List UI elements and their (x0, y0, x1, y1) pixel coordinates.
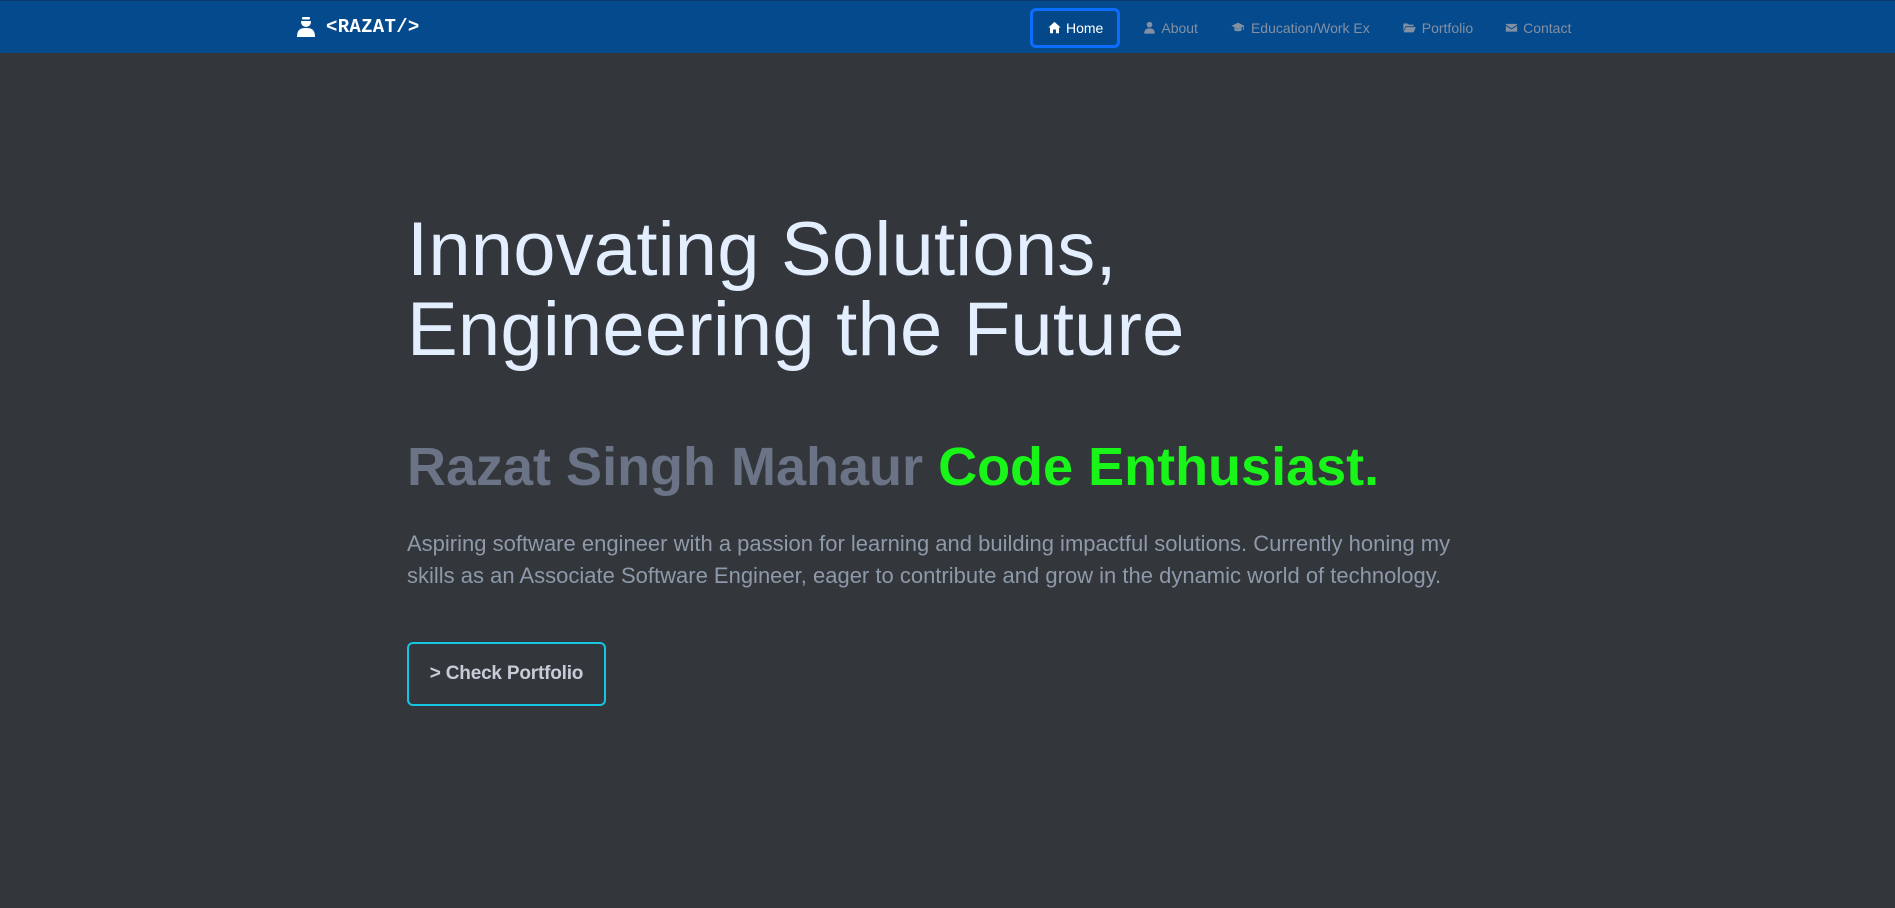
nav-label-portfolio: Portfolio (1421, 19, 1474, 36)
nav-item-home[interactable]: Home (1030, 7, 1121, 48)
headline-line-2: Engineering the Future (407, 287, 1185, 372)
nav-label-home: Home (1066, 19, 1104, 36)
hero-bio: Aspiring software engineer with a passio… (407, 531, 1451, 588)
user-icon (1144, 21, 1156, 34)
home-icon (1048, 21, 1061, 34)
graduation-cap-icon (1231, 22, 1245, 32)
nav-item-portfolio[interactable]: Portfolio (1387, 8, 1488, 48)
headline-line-1: Innovating Solutions, (407, 207, 1117, 292)
nav-label-contact: Contact (1523, 19, 1572, 36)
nav-label-about: About (1161, 19, 1198, 36)
nav-item-education[interactable]: Education/Work Ex (1215, 8, 1385, 48)
main-nav: Home About Education/Work Ex Portfolio C… (1030, 1, 1588, 54)
brand-text: <RAZAT/> (326, 16, 420, 38)
owner-name: Razat Singh Mahaur (407, 437, 924, 497)
navbar: <RAZAT/> Home About Education/Work Ex Po… (0, 0, 1895, 53)
folder-open-icon (1403, 23, 1416, 33)
check-portfolio-button[interactable]: > Check Portfolio (407, 642, 606, 706)
envelope-icon (1505, 23, 1518, 32)
nav-label-education: Education/Work Ex (1250, 19, 1370, 36)
hero-tagline: Razat Singh Mahaur Code Enthusiast. (407, 436, 1497, 498)
hero-section: Innovating Solutions, Engineering the Fu… (407, 210, 1497, 706)
user-icon (297, 17, 315, 37)
nav-item-contact[interactable]: Contact (1490, 8, 1586, 48)
nav-item-about[interactable]: About (1128, 8, 1213, 48)
hero-headline: Innovating Solutions, Engineering the Fu… (407, 210, 1497, 370)
typed-role: Code Enthusiast. (938, 437, 1380, 497)
brand-link[interactable]: <RAZAT/> (296, 14, 420, 40)
